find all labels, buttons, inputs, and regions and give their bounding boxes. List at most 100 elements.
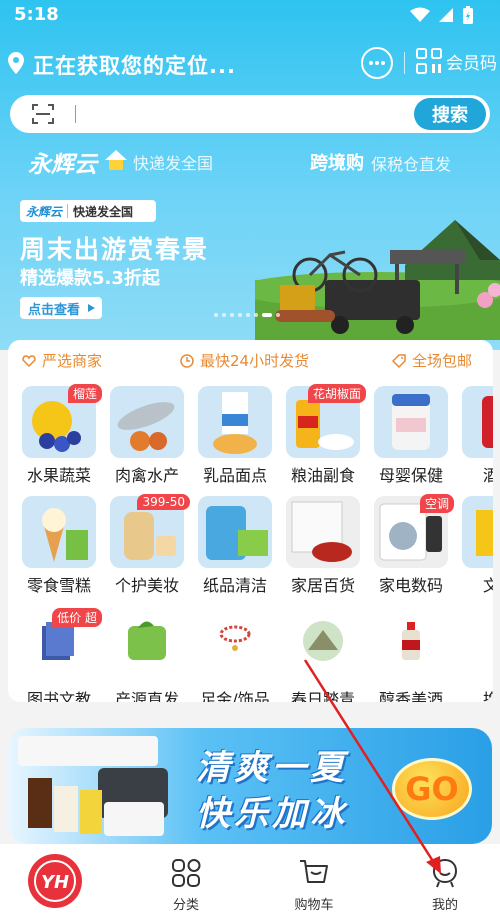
liquor-bottle-icon	[402, 622, 420, 660]
promo-banner[interactable]: 清爽一夏 快乐加冰 GO	[8, 728, 492, 844]
category-label: 母婴保健	[378, 466, 443, 485]
carousel-dot[interactable]	[230, 313, 234, 317]
bottom-tab-bar: YH 分类 购物车 我的	[0, 844, 500, 919]
carousel-indicator	[214, 313, 280, 317]
status-time: 5:18	[14, 4, 59, 25]
category-label: 酒水	[482, 466, 493, 485]
category-gold-jewelry[interactable]: 足金/饰品	[192, 610, 278, 702]
banner-cta-button[interactable]: 点击查看	[20, 297, 102, 319]
bracelet-icon	[219, 625, 251, 651]
category-label: 春日踏青	[290, 690, 355, 702]
home-logo-text: YH	[41, 872, 69, 893]
category-paper-cleaning[interactable]: 纸品清洁	[192, 496, 278, 596]
tab-cart[interactable]: 购物车	[264, 844, 364, 919]
hero-banner[interactable]: 永辉云 快递发全国 周末出游赏春景 精选爆款5.3折起 点击查看	[0, 190, 500, 340]
category-fine-liquor[interactable]: 醇香美酒	[368, 610, 454, 702]
promo-subheadline: 快乐加冰	[196, 794, 348, 834]
category-personal-care[interactable]: 399-50 个护美妆	[104, 494, 190, 596]
carousel-dot[interactable]	[246, 313, 250, 317]
cross-border-subtitle: 保税仓直发	[371, 155, 452, 174]
search-caret	[75, 105, 76, 123]
header-divider	[404, 52, 405, 74]
category-label: 粮油副食	[290, 466, 355, 485]
category-image	[198, 496, 272, 568]
category-image	[462, 386, 493, 458]
category-meat-seafood[interactable]: 肉禽水产	[104, 386, 190, 486]
category-origin-direct[interactable]: 产源直发	[104, 610, 190, 702]
category-grain-oil[interactable]: 花胡椒面 粮油副食	[280, 384, 366, 486]
carousel-dot[interactable]	[276, 313, 280, 317]
carousel-dot[interactable]	[222, 313, 226, 317]
tab-home[interactable]: YH	[5, 844, 105, 919]
category-label: 换季	[482, 690, 493, 702]
category-appliances-digital[interactable]: 空调 家电数码	[368, 494, 454, 596]
category-maternal-baby[interactable]: 母婴保健	[368, 386, 454, 486]
category-label: 家电数码	[378, 576, 443, 595]
category-label: 个护美妆	[114, 576, 179, 595]
battery-icon	[463, 6, 473, 24]
category-fruits-vegetables[interactable]: 榴莲 水果蔬菜	[16, 384, 102, 486]
category-label: 文体	[482, 576, 493, 595]
category-dairy-bakery[interactable]: 乳品面点	[192, 386, 278, 486]
category-label: 醇香美酒	[378, 690, 443, 702]
banner-tag-divider	[67, 204, 69, 218]
location-text[interactable]: 正在获取您的定位...	[33, 50, 236, 80]
category-image	[286, 496, 360, 568]
category-books[interactable]: 低价 超 图书文教	[16, 608, 102, 702]
banner-cta-label: 点击查看	[28, 302, 81, 318]
category-drinks[interactable]: 酒水	[456, 386, 493, 486]
outdoor-gear-illustration	[255, 220, 500, 340]
tab-profile[interactable]: 我的	[395, 844, 495, 919]
carousel-dot-active[interactable]	[262, 313, 272, 317]
heart-shield-icon	[22, 354, 36, 367]
guarantee-fast-shipping: 最快24小时发货	[180, 350, 309, 371]
go-button[interactable]: GO	[392, 758, 472, 820]
play-triangle-icon	[88, 304, 96, 312]
guarantee-selected-merchants: 严选商家	[22, 350, 102, 371]
category-badge: 榴莲	[67, 384, 102, 403]
category-label: 乳品面点	[202, 466, 267, 485]
chat-button[interactable]	[361, 47, 393, 79]
category-label: 图书文教	[26, 690, 91, 702]
cart-icon	[300, 860, 328, 883]
tab-label: 购物车	[294, 898, 334, 913]
category-label: 肉禽水产	[114, 466, 179, 485]
category-image	[462, 496, 493, 568]
member-code-label: 会员码	[446, 53, 497, 74]
category-badge: 花胡椒面	[307, 384, 366, 403]
category-label: 家居百货	[290, 576, 355, 595]
tent-icon	[303, 621, 343, 661]
member-code-button[interactable]: 会员码	[416, 48, 497, 74]
category-stationery-sports[interactable]: 文体	[456, 496, 493, 596]
tab-label: 我的	[431, 898, 458, 913]
home-logo-icon: YH	[28, 854, 82, 908]
search-button[interactable]: 搜索	[414, 98, 486, 130]
brand-subtitle: 快递发全国	[133, 154, 214, 173]
banner-title: 周末出游赏春景	[20, 235, 210, 264]
carousel-dot[interactable]	[214, 313, 218, 317]
category-label: 产源直发	[114, 690, 179, 702]
category-label: 零食雪糕	[26, 576, 91, 595]
location-bar: 正在获取您的定位... 会员码	[0, 44, 500, 84]
category-snacks-icecream[interactable]: 零食雪糕	[16, 496, 102, 596]
chat-bubble-icon	[369, 61, 385, 65]
guarantee-label-3: 全场包邮	[412, 352, 473, 370]
brand-logo[interactable]: 永辉云	[28, 145, 97, 179]
grid-icon	[172, 859, 201, 887]
carousel-dot[interactable]	[254, 313, 258, 317]
brand-row: 永辉云 快递发全国 跨境购 保税仓直发	[0, 145, 500, 179]
category-spring-outing[interactable]: 春日踏青	[280, 610, 366, 702]
promo-headline: 清爽一夏	[196, 748, 348, 788]
category-badge: 空调	[419, 494, 454, 513]
category-seasonal[interactable]: 换季	[456, 610, 493, 702]
cross-border-title[interactable]: 跨境购	[310, 149, 364, 175]
carousel-dot[interactable]	[238, 313, 242, 317]
banner-tag-logo: 永辉云	[26, 204, 63, 219]
category-home-goods[interactable]: 家居百货	[280, 496, 366, 596]
guarantee-row: 严选商家 最快24小时发货 全场包邮	[8, 348, 493, 374]
tab-category[interactable]: 分类	[136, 844, 236, 919]
qr-code-icon	[416, 48, 442, 74]
scan-icon[interactable]	[32, 104, 54, 124]
search-bar[interactable]: 搜索	[10, 95, 490, 133]
brand-house-icon	[105, 150, 127, 170]
